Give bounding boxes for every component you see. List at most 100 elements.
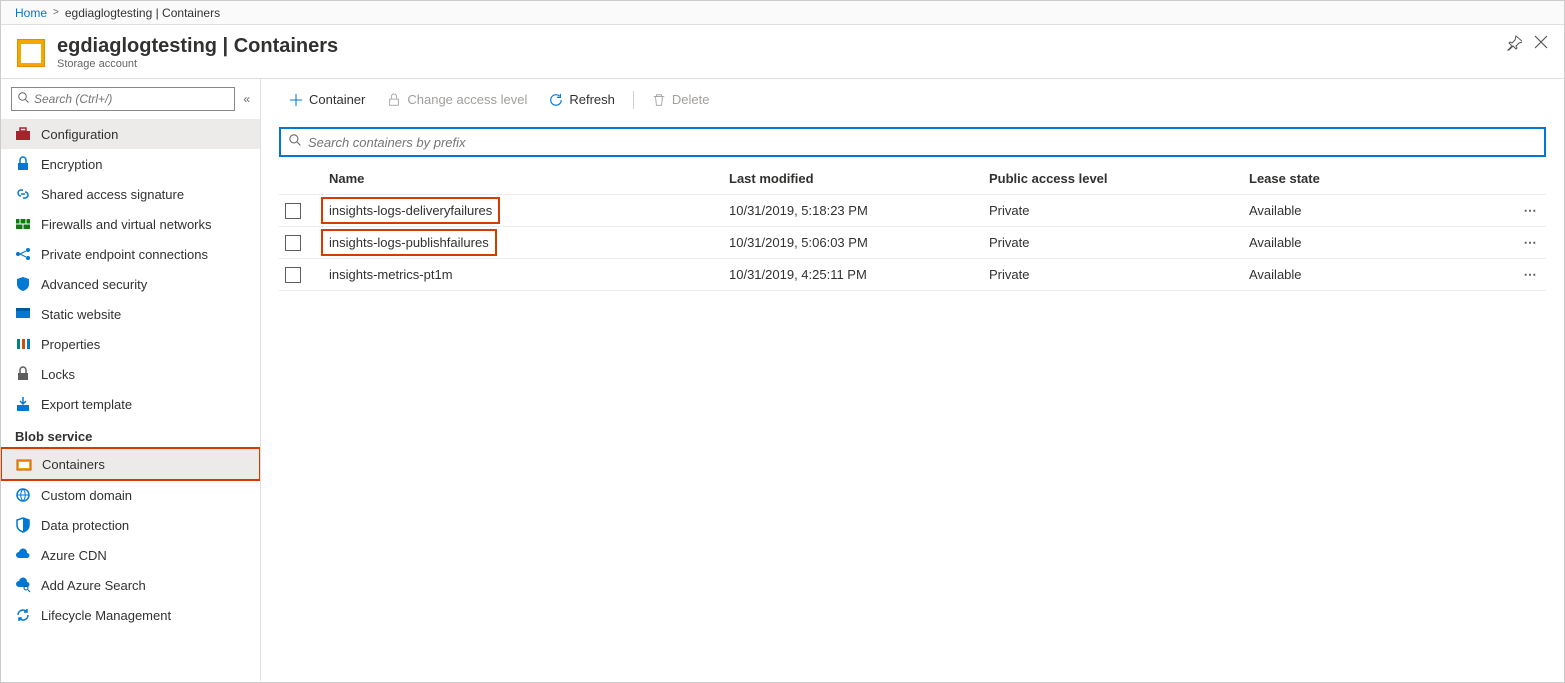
sidebar-item-label: Encryption <box>41 157 102 172</box>
add-container-label: Container <box>309 92 365 107</box>
lock-icon <box>15 156 31 172</box>
cdn-icon <box>15 547 31 563</box>
sidebar-item-data-protection[interactable]: Data protection <box>1 510 260 540</box>
lock2-icon <box>15 366 31 382</box>
globe-icon <box>15 306 31 322</box>
search-icon <box>289 134 302 150</box>
sidebar-search[interactable] <box>11 87 235 111</box>
sidebar-item-add-azure-search[interactable]: Add Azure Search <box>1 570 260 600</box>
sidebar-item-label: Locks <box>41 367 75 382</box>
refresh-label: Refresh <box>569 92 615 107</box>
sidebar-item-export-template[interactable]: Export template <box>1 389 260 419</box>
sidebar-item-properties[interactable]: Properties <box>1 329 260 359</box>
breadcrumb: Home > egdiaglogtesting | Containers <box>1 1 1564 25</box>
command-bar: Container Change access level Refresh De… <box>261 79 1564 121</box>
row-checkbox[interactable] <box>285 203 301 219</box>
container-filter-box[interactable] <box>279 127 1546 157</box>
sidebar-item-shared-access-signature[interactable]: Shared access signature <box>1 179 260 209</box>
table-row[interactable]: insights-logs-deliveryfailures 10/31/2019… <box>279 195 1546 227</box>
lifecycle-icon <box>15 607 31 623</box>
props-icon <box>15 336 31 352</box>
breadcrumb-sep-icon: > <box>53 7 59 18</box>
sidebar-item-label: Add Azure Search <box>41 578 146 593</box>
search-icon <box>18 92 30 107</box>
delete-label: Delete <box>672 92 710 107</box>
sidebar-search-input[interactable] <box>34 92 228 106</box>
breadcrumb-current: egdiaglogtesting | Containers <box>65 6 220 20</box>
nav-section-blob-service: Blob service <box>1 419 260 448</box>
sidebar-item-advanced-security[interactable]: Advanced security <box>1 269 260 299</box>
pin-icon[interactable] <box>1506 35 1522 56</box>
public-access-level: Private <box>989 203 1249 218</box>
shield-icon <box>15 276 31 292</box>
shield2-icon <box>15 517 31 533</box>
row-context-menu-icon[interactable]: ⋯ <box>1516 267 1546 283</box>
sidebar: « Configuration Encryption Shared access s… <box>1 79 261 681</box>
link-icon <box>15 186 31 202</box>
container-name[interactable]: insights-metrics-pt1m <box>329 267 453 282</box>
sidebar-item-firewalls-and-virtual-networks[interactable]: Firewalls and virtual networks <box>1 209 260 239</box>
container-name[interactable]: insights-logs-publishfailures <box>321 229 497 256</box>
sidebar-item-containers[interactable]: Containers <box>1 447 260 481</box>
sidebar-item-label: Firewalls and virtual networks <box>41 217 212 232</box>
sidebar-item-label: Data protection <box>41 518 129 533</box>
sidebar-item-label: Private endpoint connections <box>41 247 208 262</box>
col-modified[interactable]: Last modified <box>729 171 989 186</box>
sidebar-item-encryption[interactable]: Encryption <box>1 149 260 179</box>
sidebar-item-label: Configuration <box>41 127 118 142</box>
briefcase-icon <box>15 126 31 142</box>
storage-account-icon <box>17 39 45 67</box>
export-icon <box>15 396 31 412</box>
sidebar-item-custom-domain[interactable]: Custom domain <box>1 480 260 510</box>
sidebar-item-label: Azure CDN <box>41 548 107 563</box>
row-checkbox[interactable] <box>285 235 301 251</box>
col-lease[interactable]: Lease state <box>1249 171 1516 186</box>
container-icon <box>16 456 32 472</box>
sidebar-item-label: Advanced security <box>41 277 147 292</box>
toolbar-separator <box>633 91 634 109</box>
row-checkbox[interactable] <box>285 267 301 283</box>
page-header: egdiaglogtesting | Containers Storage ac… <box>1 25 1564 79</box>
collapse-sidebar-icon[interactable]: « <box>243 92 250 106</box>
sidebar-item-label: Containers <box>42 457 105 472</box>
sidebar-item-configuration[interactable]: Configuration <box>1 119 260 149</box>
container-filter-input[interactable] <box>308 135 1536 150</box>
last-modified: 10/31/2019, 5:06:03 PM <box>729 235 989 250</box>
change-access-button: Change access level <box>377 87 537 112</box>
sidebar-item-locks[interactable]: Locks <box>1 359 260 389</box>
change-access-label: Change access level <box>407 92 527 107</box>
endpoint-icon <box>15 246 31 262</box>
sidebar-item-label: Properties <box>41 337 100 352</box>
col-access[interactable]: Public access level <box>989 171 1249 186</box>
table-row[interactable]: insights-metrics-pt1m 10/31/2019, 4:25:11… <box>279 259 1546 291</box>
last-modified: 10/31/2019, 4:25:11 PM <box>729 267 989 282</box>
firewall-icon <box>15 216 31 232</box>
sidebar-item-label: Static website <box>41 307 121 322</box>
lease-state: Available <box>1249 235 1516 250</box>
delete-button: Delete <box>642 87 720 112</box>
last-modified: 10/31/2019, 5:18:23 PM <box>729 203 989 218</box>
containers-table: Name Last modified Public access level L… <box>261 163 1564 291</box>
sidebar-item-azure-cdn[interactable]: Azure CDN <box>1 540 260 570</box>
sidebar-item-private-endpoint-connections[interactable]: Private endpoint connections <box>1 239 260 269</box>
col-name[interactable]: Name <box>329 171 729 186</box>
container-name[interactable]: insights-logs-deliveryfailures <box>321 197 500 224</box>
sidebar-item-label: Custom domain <box>41 488 132 503</box>
table-header: Name Last modified Public access level L… <box>279 163 1546 195</box>
add-container-button[interactable]: Container <box>279 87 375 112</box>
public-access-level: Private <box>989 267 1249 282</box>
lease-state: Available <box>1249 203 1516 218</box>
search-icon <box>15 577 31 593</box>
main-content: Container Change access level Refresh De… <box>261 79 1564 681</box>
row-context-menu-icon[interactable]: ⋯ <box>1516 203 1546 219</box>
refresh-button[interactable]: Refresh <box>539 87 625 112</box>
table-row[interactable]: insights-logs-publishfailures 10/31/2019,… <box>279 227 1546 259</box>
breadcrumb-home[interactable]: Home <box>15 6 47 20</box>
page-title: egdiaglogtesting | Containers <box>57 35 338 58</box>
sidebar-item-static-website[interactable]: Static website <box>1 299 260 329</box>
row-context-menu-icon[interactable]: ⋯ <box>1516 235 1546 251</box>
sidebar-item-label: Shared access signature <box>41 187 184 202</box>
close-icon[interactable] <box>1534 35 1548 56</box>
sidebar-item-lifecycle-management[interactable]: Lifecycle Management <box>1 600 260 630</box>
domain-icon <box>15 487 31 503</box>
